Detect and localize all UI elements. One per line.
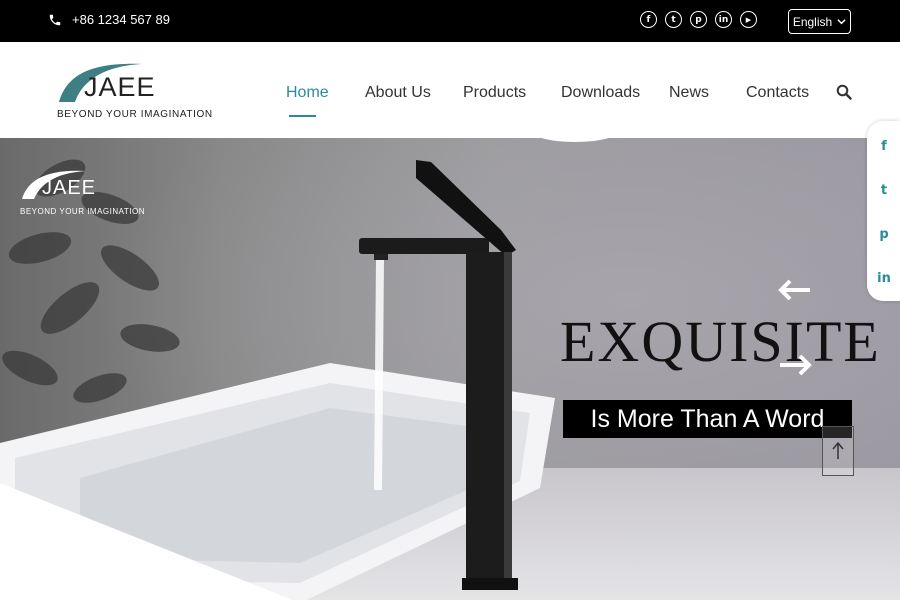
language-selector[interactable]: English [788,9,851,34]
top-social-links: f t p in ▶ [640,11,757,28]
logo-tagline: BEYOND YOUR IMAGINATION [57,109,213,120]
hero-logo: JAEE BEYOND YOUR IMAGINATION [20,165,145,220]
nav-products[interactable]: Products [463,84,526,102]
arrow-left-icon[interactable] [778,279,812,301]
chevron-down-icon [837,19,846,25]
nav-home[interactable]: Home [286,84,329,102]
nav-news[interactable]: News [669,84,709,102]
youtube-glyph: ▶ [745,15,752,24]
phone-number: +86 1234 567 89 [72,12,170,27]
side-linkedin-glyph: in [877,270,891,286]
pinterest-icon[interactable]: p [690,11,707,28]
side-pinterest-glyph: p [879,226,889,242]
linkedin-icon[interactable]: in [877,270,891,286]
phone-contact[interactable]: +86 1234 567 89 [48,12,170,27]
twitter-icon[interactable]: t [877,182,891,198]
side-facebook-glyph: f [881,138,887,154]
search-icon[interactable] [836,84,852,100]
hero-logo-text: JAEE [42,177,97,199]
twitter-icon[interactable]: t [665,11,682,28]
logo-text: JAEE [84,72,156,102]
nav-downloads[interactable]: Downloads [561,84,640,102]
side-twitter-glyph: t [880,182,888,198]
site-header: JAEE BEYOND YOUR IMAGINATION Home About … [0,42,900,138]
nav-active-indicator [289,115,316,117]
arrow-up-icon [832,441,844,459]
site-logo[interactable]: JAEE BEYOND YOUR IMAGINATION [57,54,212,124]
facebook-icon[interactable]: f [640,11,657,28]
youtube-icon[interactable]: ▶ [740,11,757,28]
language-label: English [792,14,833,29]
nav-about-us[interactable]: About Us [365,84,431,102]
hero-headline: EXQUISITE [560,309,881,374]
top-bar: +86 1234 567 89 f t p in ▶ English [0,0,900,42]
hero-logo-tagline: BEYOND YOUR IMAGINATION [20,207,145,216]
facebook-glyph: f [646,14,651,25]
linkedin-glyph: in [718,14,729,25]
side-social-bar: f t p in [867,121,900,301]
hero-banner: JAEE BEYOND YOUR IMAGINATION EXQUISITE I… [0,138,900,600]
phone-icon [49,14,61,25]
linkedin-icon[interactable]: in [715,11,732,28]
pinterest-glyph: p [695,14,702,25]
arrow-right-icon[interactable] [778,354,812,376]
facebook-icon[interactable]: f [877,138,891,154]
twitter-glyph: t [671,14,676,25]
back-to-top-button[interactable] [822,426,854,476]
hero-tagline: Is More Than A Word [563,400,852,438]
faucet-image [359,160,518,590]
nav-contacts[interactable]: Contacts [746,84,809,102]
pinterest-icon[interactable]: p [877,226,891,242]
